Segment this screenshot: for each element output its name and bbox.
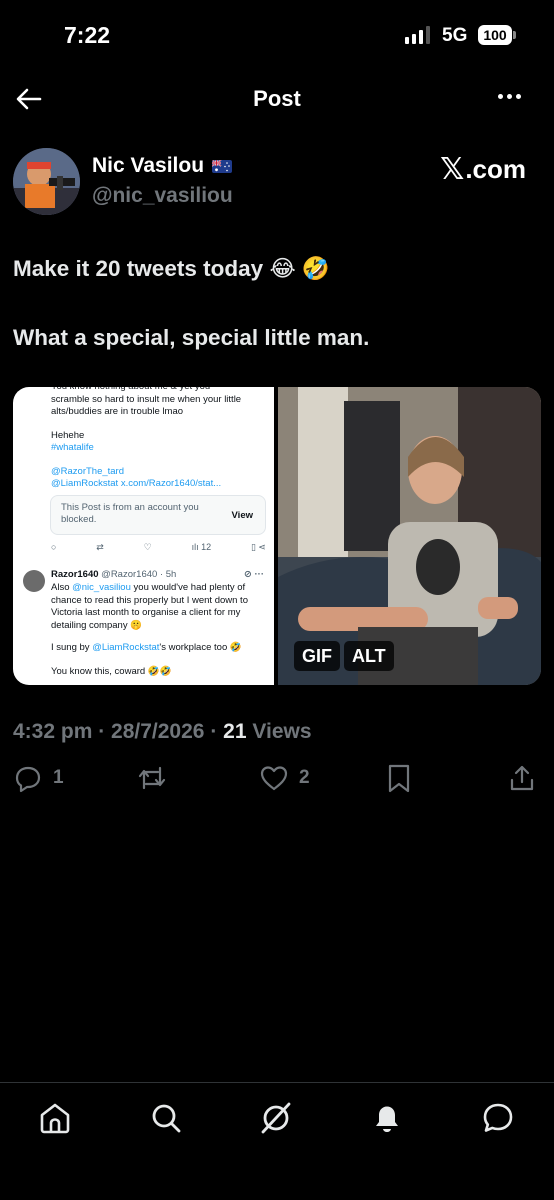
ss-like-icon: ♡ <box>143 541 152 552</box>
battery-icon: 100 <box>478 25 512 45</box>
reply-button[interactable]: 1 <box>13 763 64 793</box>
author-avatar[interactable] <box>13 148 80 215</box>
ss-views: ılı 12 <box>191 541 212 552</box>
media-gif-image[interactable]: GIF ALT <box>278 387 541 685</box>
reply-icon <box>15 766 41 793</box>
ss-last-line: You know this, coward 🤣🤣 <box>51 666 172 677</box>
x-logo-icon: 𝕏 <box>440 153 465 186</box>
australia-flag-icon <box>212 159 233 173</box>
author-handle[interactable]: @nic_vasiliou <box>92 184 233 208</box>
messages-icon <box>483 1103 513 1132</box>
ss-quote-view: View <box>231 510 253 521</box>
post-header: Post <box>0 72 554 124</box>
heart-icon <box>260 766 288 791</box>
author-name-row: Nic Vasilou <box>92 154 233 178</box>
ss-reply-more-icon: ⊘ ··· <box>243 569 264 580</box>
engagement-bar: 1 2 <box>0 763 554 799</box>
ss-reply-handle: @Razor1640 · 5h <box>101 569 177 580</box>
ss-bookmark-icon: ▯ ⋖ <box>250 541 266 552</box>
retweet-button[interactable] <box>136 763 178 793</box>
bell-icon <box>376 1106 398 1132</box>
post-time: 4:32 pm <box>13 720 93 743</box>
signal-icon <box>405 26 430 44</box>
tweet-media[interactable]: You know nothing about me & yet you scra… <box>13 387 541 685</box>
nav-search[interactable] <box>149 1101 183 1135</box>
source-domain: .com <box>465 154 526 184</box>
like-button[interactable]: 2 <box>259 763 310 793</box>
ss-hehehe: Hehehe <box>51 430 85 441</box>
post-meta: 4:32 pm · 28/7/2026 · 21 Views <box>13 720 312 743</box>
ss-reply-icon: ○ <box>51 541 57 552</box>
author-name[interactable]: Nic Vasilou <box>92 154 204 178</box>
home-icon <box>40 1103 70 1134</box>
ss-top-text: You know nothing about me & yet you scra… <box>51 387 242 417</box>
bookmark-icon <box>388 764 410 793</box>
ss-retweet-icon: ⇄ <box>96 541 104 552</box>
ss-sung-text: I sung by @LiamRockstat's workplace too … <box>51 642 242 653</box>
alt-badge[interactable]: ALT <box>344 641 394 671</box>
ss-quote-text: This Post is from an account you blocked… <box>61 502 199 525</box>
grok-icon <box>261 1102 291 1134</box>
ss-reply-header: Razor1640 @Razor1640 · 5h <box>51 569 176 582</box>
share-icon <box>510 765 534 791</box>
media-screenshot-image[interactable]: You know nothing about me & yet you scra… <box>13 387 274 685</box>
ss-actions-row: ○ ⇄ ♡ ılı 12 ▯ ⋖ <box>51 540 266 554</box>
like-count: 2 <box>299 767 310 788</box>
source-label: 𝕏 .com <box>440 152 526 187</box>
reply-count: 1 <box>53 767 64 788</box>
network-label: 5G <box>442 25 468 46</box>
ss-reply-name: Razor1640 <box>51 569 99 580</box>
more-options-button[interactable] <box>498 94 521 99</box>
nav-grok[interactable] <box>259 1101 293 1135</box>
bottom-navigation <box>0 1082 554 1200</box>
ss-reply-avatar <box>23 570 45 592</box>
nav-notifications[interactable] <box>370 1101 404 1135</box>
ss-quote-box: This Post is from an account you blocked… <box>50 495 266 535</box>
status-time: 7:22 <box>64 22 111 48</box>
views-count: 21 <box>223 720 247 743</box>
post-date: 28/7/2026 <box>111 720 205 743</box>
search-icon <box>152 1104 181 1133</box>
battery-tip <box>513 31 516 39</box>
nav-messages[interactable] <box>481 1101 515 1135</box>
ss-mention-2: @LiamRockstat x.com/Razor1640/stat... <box>51 478 222 489</box>
tweet-text-line-2: What a special, special little man. <box>13 325 370 350</box>
ss-mention-1: @RazorThe_tard <box>51 466 125 477</box>
page-title: Post <box>253 86 301 111</box>
views-label: Views <box>252 720 312 743</box>
nav-home[interactable] <box>38 1101 72 1135</box>
gif-badge: GIF <box>294 641 340 671</box>
retweet-icon <box>138 766 166 790</box>
share-button[interactable] <box>508 763 536 793</box>
ss-reply-text: Also @nic_vasiliou you would've had plen… <box>51 582 248 631</box>
bookmark-button[interactable] <box>385 763 413 793</box>
ss-hashtag: #whatalife <box>51 442 94 453</box>
status-bar: 7:22 5G 100 <box>0 0 554 72</box>
tweet-text-line-1: Make it 20 tweets today 😂 🤣 <box>13 256 330 281</box>
